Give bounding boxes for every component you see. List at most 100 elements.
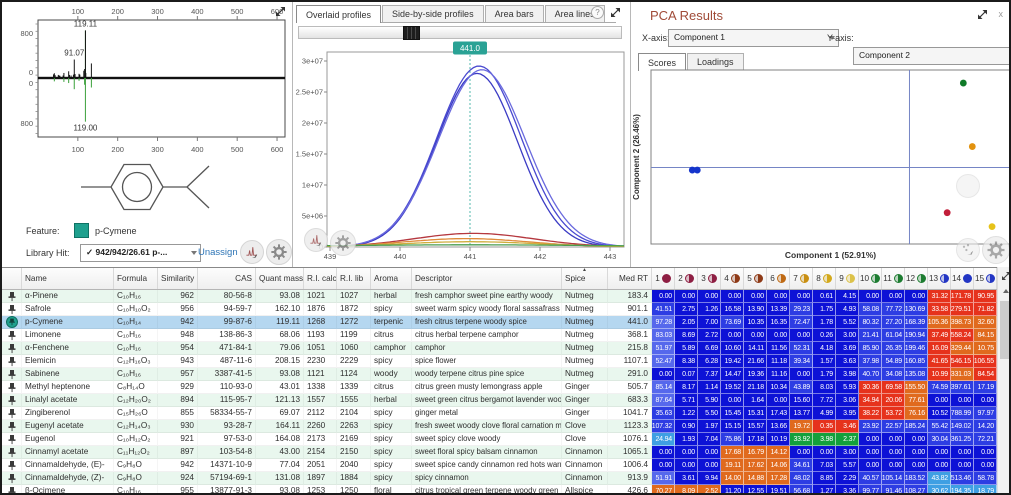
- column-header-sample-4[interactable]: 4: [721, 268, 744, 289]
- gear-icon[interactable]: [330, 230, 356, 256]
- gear-icon[interactable]: [266, 239, 292, 265]
- column-header-sample-5[interactable]: 5: [744, 268, 767, 289]
- column-header-sample-14[interactable]: 14: [951, 268, 974, 289]
- column-header-spice[interactable]: Spice▲: [562, 268, 608, 289]
- help-icon[interactable]: ?: [591, 6, 604, 19]
- pin-icon[interactable]: [2, 407, 22, 420]
- close-icon[interactable]: x: [999, 9, 1004, 19]
- table-row[interactable]: Linalyl acetateC₁₂H₂₀O₂894115-95-7121.13…: [2, 394, 1011, 407]
- column-header-r-i-calc[interactable]: R.I. calc: [304, 268, 337, 289]
- pin-icon[interactable]: [2, 368, 22, 381]
- column-header-similarity[interactable]: Similarity: [158, 268, 198, 289]
- tab-area-bars[interactable]: Area bars: [485, 5, 544, 22]
- column-header-sample-10[interactable]: 10: [859, 268, 882, 289]
- column-header-name[interactable]: Name: [22, 268, 114, 289]
- pin-icon[interactable]: [2, 472, 22, 485]
- vertical-scrollbar[interactable]: [997, 267, 1011, 495]
- profile-range-slider[interactable]: [298, 26, 622, 39]
- heatmap-value: 10.99: [931, 371, 950, 378]
- column-header-sample-12[interactable]: 12: [905, 268, 928, 289]
- column-header-sample-2[interactable]: 2: [675, 268, 698, 289]
- export-chart-icon[interactable]: [956, 238, 980, 262]
- table-row[interactable]: LimoneneC₁₀H₁₆948138-86-368.0611931199ci…: [2, 329, 1011, 342]
- library-hit-dropdown[interactable]: ✓ 942/942/26.61 p-...: [80, 244, 201, 262]
- gear-icon[interactable]: [982, 236, 1010, 264]
- column-header-sample-3[interactable]: 3: [698, 268, 721, 289]
- mass-spectrum-chart[interactable]: 1001002002003003004004005005006006008000…: [2, 4, 292, 154]
- heatmap-cell: 14.20: [974, 420, 997, 433]
- unassign-link[interactable]: Unassign: [198, 247, 238, 258]
- column-header-r-i-lib[interactable]: R.I. lib: [337, 268, 371, 289]
- pin-icon[interactable]: [2, 303, 22, 316]
- column-header-sample-11[interactable]: 11: [882, 268, 905, 289]
- pin-icon[interactable]: [2, 290, 22, 303]
- heatmap-value: 107.32: [652, 423, 674, 430]
- expand-icon[interactable]: [976, 8, 989, 26]
- export-chart-icon[interactable]: [304, 228, 328, 252]
- table-row[interactable]: ZingiberenolC₁₅H₂₆O85558334-55-769.07211…: [2, 407, 1011, 420]
- table-row[interactable]: Cinnamyl acetateC₁₁H₁₂O₂897103-54-843.00…: [2, 446, 1011, 459]
- pca-title: PCA Results: [650, 8, 723, 23]
- table-row[interactable]: EugenolC₁₀H₁₂O₂92197-53-0164.0821732169s…: [2, 433, 1011, 446]
- heatmap-cell: 11.20: [721, 485, 744, 495]
- column-header-aroma[interactable]: Aroma: [371, 268, 412, 289]
- column-header-med-rt[interactable]: Med RT: [608, 268, 652, 289]
- column-header-sample-9[interactable]: 9: [836, 268, 859, 289]
- pin-icon[interactable]: [2, 485, 22, 495]
- scrollbar-thumb[interactable]: [1000, 301, 1011, 359]
- pin-icon[interactable]: [2, 459, 22, 472]
- heatmap-value: 41.51: [655, 306, 674, 313]
- pin-icon[interactable]: [2, 381, 22, 394]
- pin-icon[interactable]: [2, 342, 22, 355]
- table-row[interactable]: Eugenyl acetateC₁₂H₁₄O₃93093-28-7164.112…: [2, 420, 1011, 433]
- column-header-sample-7[interactable]: 7: [790, 268, 813, 289]
- scroll-up-button[interactable]: [998, 285, 1011, 298]
- column-header-sample-13[interactable]: 13: [928, 268, 951, 289]
- pca-y-axis-dropdown[interactable]: Component 2: [853, 47, 1011, 65]
- heatmap-cell: 19.42: [721, 355, 744, 368]
- pin-icon[interactable]: [2, 420, 22, 433]
- heatmap-cell: 0.26: [813, 329, 836, 342]
- column-header-sample-1[interactable]: 1: [652, 268, 675, 289]
- heatmap-value: 13.39: [770, 306, 789, 313]
- slider-handle[interactable]: [403, 26, 420, 40]
- cell-descriptor: spice flower: [412, 355, 562, 368]
- column-header-descriptor[interactable]: Descriptor: [412, 268, 562, 289]
- expand-icon[interactable]: [274, 5, 287, 23]
- selected-pin-icon[interactable]: [2, 316, 22, 329]
- table-row[interactable]: SafroleC₁₀H₁₀O₂95694-59-7162.1018761872s…: [2, 303, 1011, 316]
- export-chart-icon[interactable]: [956, 174, 980, 198]
- column-header-quant-mass[interactable]: Quant mass: [256, 268, 304, 289]
- tab-side-by-side-profiles[interactable]: Side-by-side profiles: [382, 5, 484, 22]
- pin-icon[interactable]: [2, 433, 22, 446]
- expand-icon[interactable]: [609, 6, 622, 24]
- pin-icon[interactable]: [2, 394, 22, 407]
- column-header-cas[interactable]: CAS: [198, 268, 256, 289]
- table-row[interactable]: Cinnamaldehyde, (E)-C₉H₈O94214371-10-977…: [2, 459, 1011, 472]
- pca-score-plot[interactable]: Component 2 (26.46%)Component 1 (52.91%): [630, 68, 1011, 266]
- heatmap-cell: 3.63: [836, 355, 859, 368]
- table-row[interactable]: p-CymeneC₁₀H₁₄94299-87-6119.1112681272te…: [2, 316, 1011, 329]
- heatmap-cell: 43.82: [928, 472, 951, 485]
- table-row[interactable]: Cinnamaldehyde, (Z)-C₉H₈O92457194-69-113…: [2, 472, 1011, 485]
- pin-icon[interactable]: [2, 446, 22, 459]
- pca-x-axis-dropdown[interactable]: Component 1: [668, 29, 839, 47]
- table-row[interactable]: SabineneC₁₀H₁₆9573387-41-593.0811211124w…: [2, 368, 1011, 381]
- table-row[interactable]: α-PineneC₁₀H₁₆96280-56-893.0810211027her…: [2, 290, 1011, 303]
- heatmap-cell: 3.69: [836, 342, 859, 355]
- table-row[interactable]: Methyl heptenoneC₈H₁₄O929110-93-043.0113…: [2, 381, 1011, 394]
- column-header-sample-15[interactable]: 15: [974, 268, 997, 289]
- table-row[interactable]: β-OcimeneC₁₀H₁₆95513877-91-393.081253125…: [2, 485, 1011, 495]
- table-row[interactable]: α-FencheneC₁₀H₁₆954471-84-179.0610511060…: [2, 342, 1011, 355]
- column-header-sample-6[interactable]: 6: [767, 268, 790, 289]
- pin-icon[interactable]: [2, 355, 22, 368]
- export-chart-icon[interactable]: [240, 240, 264, 264]
- heatmap-value: 10.34: [770, 384, 789, 391]
- tab-overlaid-profiles[interactable]: Overlaid profiles: [296, 5, 381, 23]
- pin-icon[interactable]: [2, 329, 22, 342]
- column-header-formula[interactable]: Formula: [114, 268, 158, 289]
- column-header-pin[interactable]: [2, 268, 22, 289]
- table-row[interactable]: ElemicinC₁₂H₁₆O₃943487-11-6208.152230222…: [2, 355, 1011, 368]
- cell-cas: 80-56-8: [198, 290, 256, 303]
- column-header-sample-8[interactable]: 8: [813, 268, 836, 289]
